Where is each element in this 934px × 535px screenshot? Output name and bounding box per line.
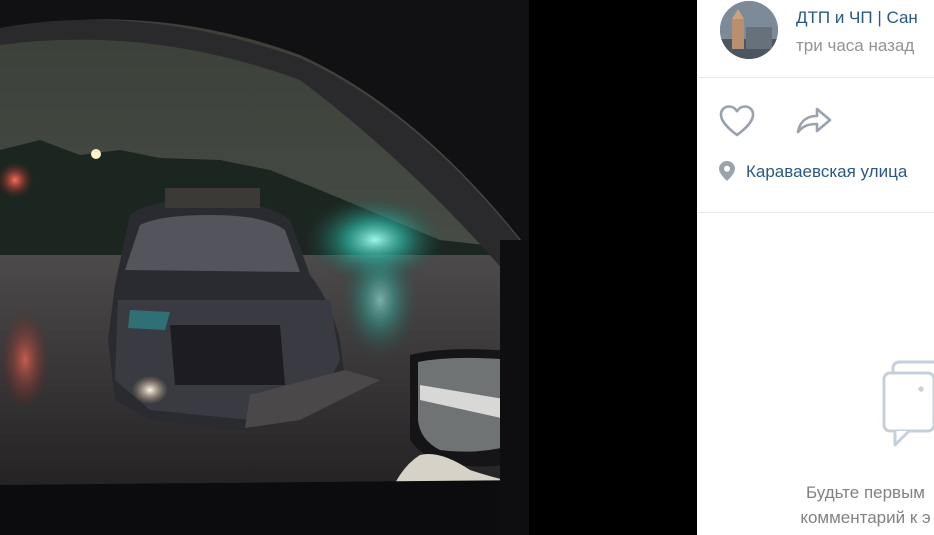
- share-arrow-icon: [796, 107, 832, 134]
- post-actions: Караваевская улица: [697, 78, 934, 213]
- empty-comments-text: Будьте первым комментарий к э: [697, 480, 934, 530]
- community-avatar[interactable]: [720, 1, 778, 59]
- post-photo[interactable]: [0, 0, 529, 535]
- like-button[interactable]: [719, 104, 755, 138]
- comment-bubble-icon: [882, 360, 934, 447]
- post-sidebar: ДТП и ЧП | Сан три часа назад Караваевск…: [697, 0, 934, 535]
- heart-icon: [719, 105, 755, 137]
- map-pin-icon: [719, 161, 735, 181]
- post-time[interactable]: три часа назад: [796, 36, 914, 56]
- post-header: ДТП и ЧП | Сан три часа назад: [697, 0, 934, 78]
- empty-line-1: Будьте первым: [806, 483, 925, 502]
- empty-line-2: комментарий к э: [800, 508, 931, 527]
- comments-section: Будьте первым комментарий к э: [697, 213, 934, 535]
- location-label: Караваевская улица: [746, 162, 908, 181]
- community-name[interactable]: ДТП и ЧП | Сан: [796, 8, 918, 28]
- share-button[interactable]: [795, 105, 833, 137]
- photo-viewer: [0, 0, 697, 535]
